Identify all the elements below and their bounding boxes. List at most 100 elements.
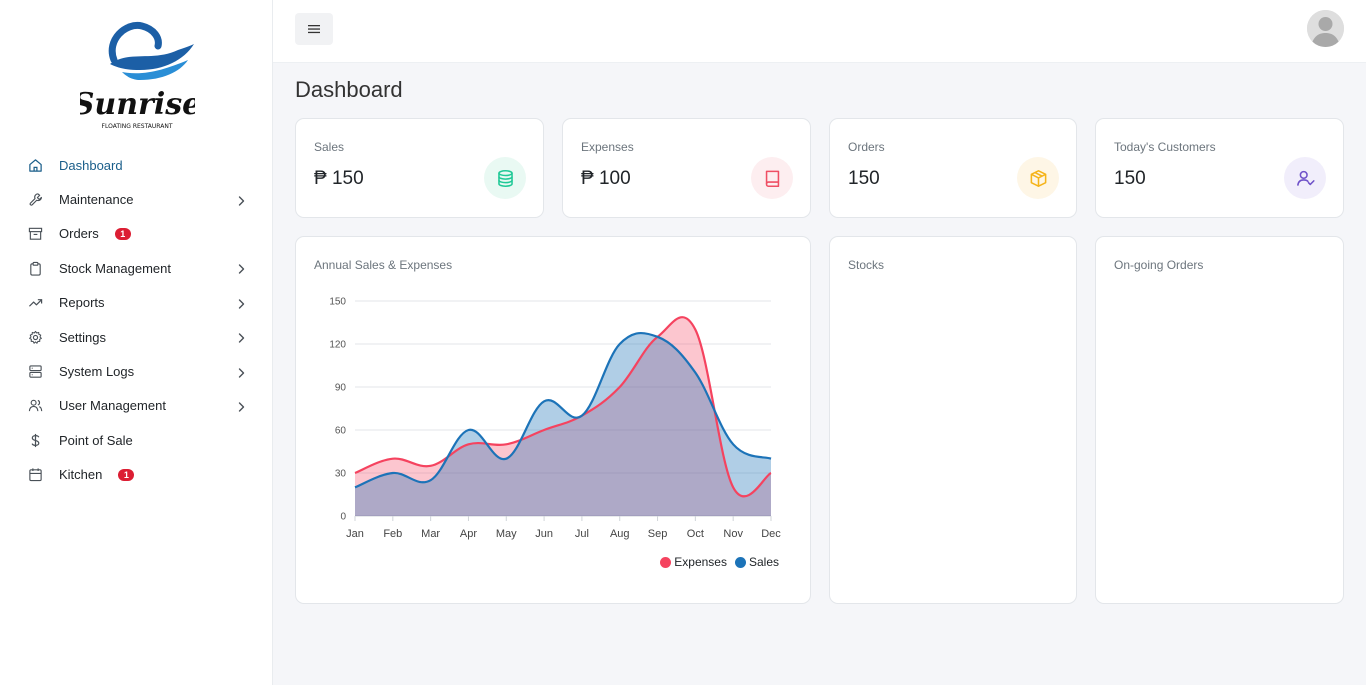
database-icon	[497, 169, 513, 187]
clipboard-icon	[29, 261, 41, 276]
chevron-right-icon	[238, 264, 245, 275]
stocks-title: Stocks	[848, 258, 885, 272]
book-icon	[765, 170, 779, 187]
x-tick-label: Feb	[383, 528, 402, 540]
sidebar-item-label: User Management	[59, 398, 166, 414]
chevron-container	[235, 400, 247, 412]
stat-label: Sales	[314, 140, 345, 154]
chevron-container	[235, 366, 247, 378]
stat-card-today-s-customers: Today's Customers 150	[1095, 118, 1344, 218]
sunrise-logo[interactable]: Sunrise FLOATING RESTAURANT	[80, 20, 195, 132]
chevron-container	[235, 262, 247, 275]
x-tick-label: Dec	[761, 528, 781, 540]
sidebar-item-icon	[27, 329, 43, 345]
hamburger-icon	[308, 25, 320, 34]
x-tick-label: Oct	[687, 528, 704, 540]
x-tick-label: Jul	[575, 528, 589, 540]
sidebar-item-orders[interactable]: Orders 1	[0, 217, 272, 251]
sidebar-item-kitchen[interactable]: Kitchen 1	[0, 458, 272, 492]
stat-value: 150	[1114, 168, 1146, 189]
user-avatar-icon	[1307, 10, 1344, 47]
sidebar-item-dashboard[interactable]: Dashboard	[0, 148, 272, 182]
dollar-icon	[31, 433, 39, 447]
sidebar-item-stock-management[interactable]: Stock Management	[0, 251, 272, 285]
stat-card-orders: Orders 150	[829, 118, 1077, 218]
sidebar-item-label: Settings	[59, 329, 106, 345]
stat-value: 150	[848, 168, 880, 189]
wrench-icon	[29, 193, 42, 206]
trending-up-icon	[28, 299, 42, 307]
stat-value: ₱ 150	[314, 168, 364, 189]
sidebar-item-point-of-sale[interactable]: Point of Sale	[0, 423, 272, 457]
stat-card-sales: Sales ₱ 150	[295, 118, 544, 218]
y-tick-label: 90	[335, 383, 347, 394]
server-icon	[28, 365, 42, 378]
sidebar-item-icon	[27, 260, 43, 276]
sidebar-item-label: Reports	[59, 295, 105, 311]
sidebar-item-label: Orders	[59, 226, 99, 242]
legend-marker	[734, 556, 746, 568]
gear-icon	[28, 330, 42, 344]
sidebar-item-label: Kitchen	[59, 467, 103, 483]
sidebar-item-maintenance[interactable]: Maintenance	[0, 182, 272, 216]
sidebar-item-settings[interactable]: Settings	[0, 320, 272, 354]
sidebar: Sunrise FLOATING RESTAURANT Dashboard Mai…	[0, 0, 273, 685]
legend-marker	[660, 556, 672, 568]
ongoing-orders-title: On-going Orders	[1114, 258, 1204, 272]
stat-label: Expenses	[581, 140, 634, 154]
y-tick-label: 60	[335, 426, 347, 437]
stat-icon-badge	[1284, 157, 1326, 199]
ongoing-orders-card: On-going Orders	[1095, 236, 1344, 604]
svg-text:Sunrise: Sunrise	[80, 87, 195, 122]
legend-item-sales[interactable]: Sales	[734, 555, 779, 569]
sidebar-item-label: Point of Sale	[59, 432, 133, 448]
sidebar-item-icon	[27, 364, 43, 380]
chevron-right-icon	[238, 367, 245, 378]
x-tick-label: Sep	[648, 528, 668, 540]
user-avatar[interactable]	[1307, 10, 1344, 47]
chevron-right-icon	[238, 299, 245, 309]
x-tick-label: Nov	[723, 528, 743, 540]
menu-toggle-button[interactable]	[295, 13, 333, 45]
stat-label: Orders	[848, 140, 885, 154]
chevron-right-icon	[238, 195, 245, 206]
chart-legend: Expenses Sales	[652, 555, 779, 569]
user-check-icon	[1296, 170, 1315, 186]
x-tick-label: Apr	[460, 528, 477, 540]
box-icon	[1030, 169, 1046, 187]
stat-value: ₱ 100	[581, 168, 631, 189]
chevron-right-icon	[238, 402, 245, 412]
sidebar-item-icon	[27, 295, 43, 311]
sidebar-item-icon	[27, 432, 43, 448]
stat-icon-badge	[751, 157, 793, 199]
legend-item-expenses[interactable]: Expenses	[660, 555, 727, 569]
notification-badge: 1	[114, 227, 131, 240]
sidebar-item-user-management[interactable]: User Management	[0, 389, 272, 423]
x-tick-label: Jan	[346, 528, 364, 540]
chevron-container	[235, 297, 247, 309]
y-tick-label: 120	[329, 340, 346, 351]
x-tick-label: Mar	[421, 528, 440, 540]
chevron-container	[235, 331, 247, 343]
stat-label: Today's Customers	[1114, 140, 1216, 154]
page-title: Dashboard	[295, 77, 403, 102]
sidebar-item-label: Stock Management	[59, 260, 172, 276]
sidebar-item-icon	[27, 467, 43, 483]
top-bar	[273, 0, 1366, 63]
stocks-card: Stocks	[829, 236, 1077, 604]
sidebar-item-reports[interactable]: Reports	[0, 286, 272, 320]
calendar-icon	[28, 468, 42, 482]
sidebar-item-label: System Logs	[59, 364, 135, 380]
x-tick-label: Aug	[610, 528, 630, 540]
sidebar-nav: Dashboard Maintenance Orders 1 Stock Managem…	[0, 148, 272, 492]
chevron-container	[235, 194, 247, 206]
x-tick-label: May	[496, 528, 517, 540]
stat-icon-badge	[1017, 157, 1059, 199]
notification-badge: 1	[118, 468, 135, 481]
sidebar-item-icon	[27, 226, 43, 242]
y-tick-label: 30	[335, 469, 347, 480]
stat-icon-badge	[484, 157, 526, 199]
legend-label: Sales	[748, 555, 779, 569]
sidebar-item-system-logs[interactable]: System Logs	[0, 354, 272, 388]
sidebar-item-icon	[27, 192, 43, 208]
